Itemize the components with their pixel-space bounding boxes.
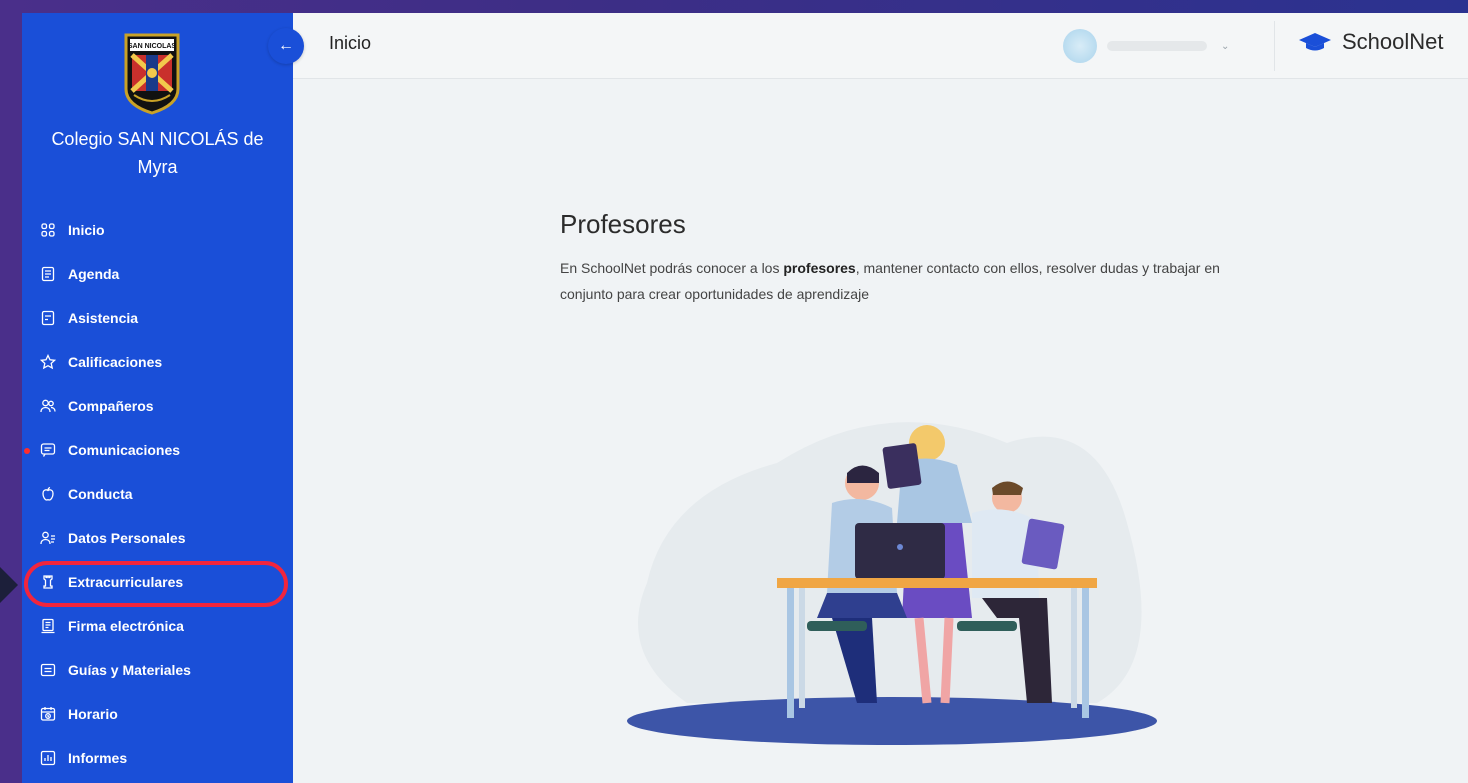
sidebar: SAN NICOLAS Colegio SAN NICOLÁS de Myra … xyxy=(22,13,293,783)
topbar: Inicio ⌄ SchoolNet xyxy=(293,13,1468,79)
sidebar-item-guias-materiales[interactable]: Guías y Materiales xyxy=(22,648,293,692)
school-name-line2: Myra xyxy=(137,157,178,177)
sidebar-item-conducta[interactable]: Conducta xyxy=(22,472,293,516)
bar-chart-icon xyxy=(40,750,56,766)
sidebar-item-inicio[interactable]: Inicio xyxy=(22,208,293,252)
sidebar-item-label: Calificaciones xyxy=(68,354,163,370)
sidebar-item-asistencia[interactable]: Asistencia xyxy=(22,296,293,340)
sidebar-item-label: Extracurriculares xyxy=(68,574,184,590)
description-bold: profesores xyxy=(783,260,856,276)
sidebar-item-label: Inicio xyxy=(68,222,105,238)
notification-dot xyxy=(24,448,30,454)
graduation-cap-icon xyxy=(1299,33,1331,51)
sidebar-item-label: Agenda xyxy=(68,266,120,282)
avatar xyxy=(1063,29,1097,63)
pointer-arrow xyxy=(0,567,18,603)
sidebar-item-label: Datos Personales xyxy=(68,530,186,546)
chess-rook-icon xyxy=(40,574,56,590)
grid-icon xyxy=(40,222,56,238)
chevron-down-icon: ⌄ xyxy=(1221,40,1230,52)
sidebar-item-label: Horario xyxy=(68,706,118,722)
app-window: SAN NICOLAS Colegio SAN NICOLÁS de Myra … xyxy=(22,13,1468,783)
message-icon xyxy=(40,442,56,458)
sidebar-item-label: Asistencia xyxy=(68,310,139,326)
star-icon xyxy=(40,354,56,370)
sidebar-nav: Inicio Agenda Asistencia Calificaciones xyxy=(22,208,293,780)
school-name-line1: Colegio SAN NICOLÁS de xyxy=(51,129,264,149)
arrow-left-icon: ← xyxy=(278,37,294,54)
sidebar-item-label: Compañeros xyxy=(68,398,154,414)
brand: SchoolNet xyxy=(1298,29,1444,55)
sidebar-item-label: Guías y Materiales xyxy=(68,662,191,678)
sidebar-item-label: Firma electrónica xyxy=(68,618,184,634)
calendar-clock-icon xyxy=(40,706,56,722)
divider xyxy=(1274,21,1275,71)
sidebar-item-label: Conducta xyxy=(68,486,133,502)
sidebar-item-agenda[interactable]: Agenda xyxy=(22,252,293,296)
sidebar-item-extracurriculares[interactable]: Extracurriculares xyxy=(22,560,293,604)
user-name-redacted xyxy=(1107,41,1207,51)
collapse-sidebar-button[interactable]: ← xyxy=(268,28,304,64)
document-sign-icon xyxy=(40,618,56,634)
school-logo: SAN NICOLAS xyxy=(120,33,184,115)
folder-icon xyxy=(40,662,56,678)
user-list-icon xyxy=(40,530,56,546)
sidebar-item-comunicaciones[interactable]: Comunicaciones xyxy=(22,428,293,472)
users-icon xyxy=(40,398,56,414)
description-pre: En SchoolNet podrás conocer a los xyxy=(560,260,784,276)
sidebar-item-horario[interactable]: Horario xyxy=(22,692,293,736)
page-title: Inicio xyxy=(329,33,372,53)
sidebar-item-calificaciones[interactable]: Calificaciones xyxy=(22,340,293,384)
section-description: En SchoolNet podrás conocer a los profes… xyxy=(560,255,1260,307)
notebook-icon xyxy=(40,266,56,282)
apple-icon xyxy=(40,486,56,502)
checklist-icon xyxy=(40,310,56,326)
sidebar-item-datos-personales[interactable]: Datos Personales xyxy=(22,516,293,560)
sidebar-item-companeros[interactable]: Compañeros xyxy=(22,384,293,428)
sidebar-item-label: Comunicaciones xyxy=(68,442,181,458)
brand-name: SchoolNet xyxy=(1342,29,1444,54)
sidebar-item-informes[interactable]: Informes xyxy=(22,736,293,780)
teachers-illustration xyxy=(627,403,1167,753)
user-menu[interactable]: ⌄ xyxy=(1063,28,1229,64)
sidebar-item-firma-electronica[interactable]: Firma electrónica xyxy=(22,604,293,648)
logo-text: SAN NICOLAS xyxy=(128,43,177,50)
school-name: Colegio SAN NICOLÁS de Myra xyxy=(22,125,293,181)
sidebar-item-label: Informes xyxy=(68,750,128,766)
section-title: Profesores xyxy=(560,209,686,239)
